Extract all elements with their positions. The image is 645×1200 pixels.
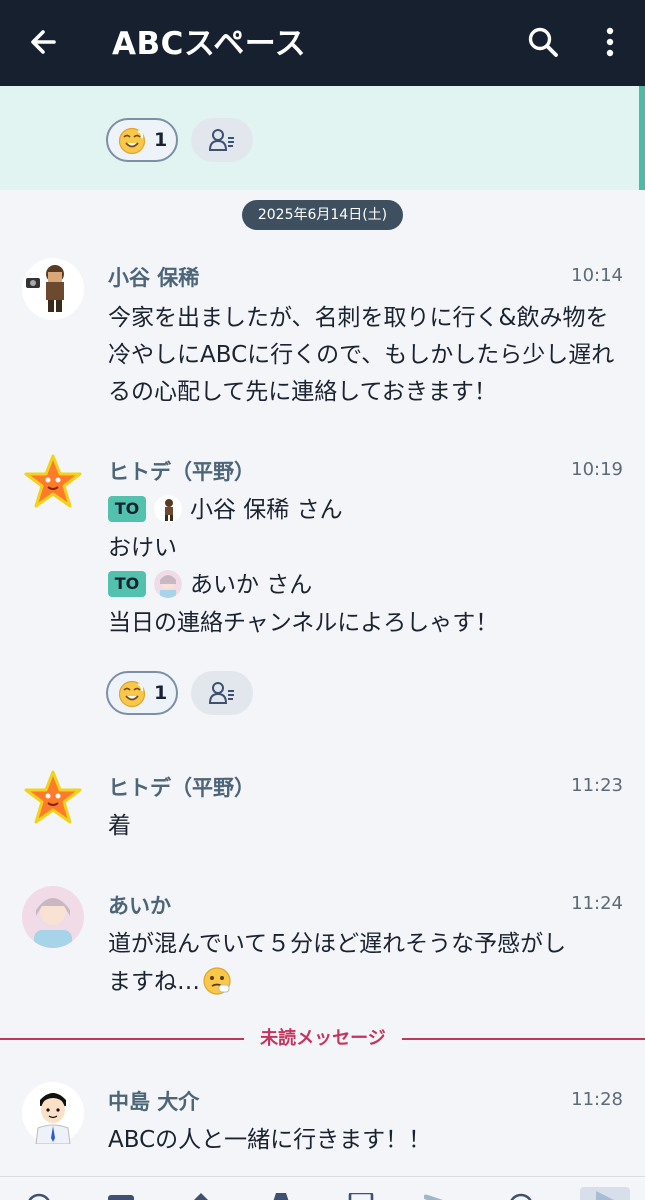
message-time: 10:19	[571, 459, 623, 480]
search-button[interactable]	[523, 22, 563, 62]
message-item[interactable]: ヒトデ（平野） 10:19 TO 小谷 保稀 さん おけい TO あいか さん 当日…	[0, 452, 645, 722]
reaction-button[interactable]: 1	[106, 118, 178, 162]
thinking-emoji-icon	[203, 966, 231, 995]
smiling-face-emoji-icon	[118, 680, 146, 708]
message-item[interactable]: 小谷 保稀 10:14 今家を出ましたが、名刺を取りに行く&飲み物を冷やしにAB…	[0, 258, 645, 418]
space-title: ABCスペース	[112, 26, 307, 62]
sender-name[interactable]: ヒトデ（平野）	[108, 772, 255, 802]
divider-line	[402, 1038, 645, 1040]
sender-name[interactable]: あいか	[108, 890, 171, 920]
unread-label: 未読メッセージ	[260, 1028, 386, 1049]
mention-name: 小谷 保稀 さん	[190, 497, 343, 523]
message-text-line: ますね…	[108, 964, 232, 1001]
mention-name: あいか さん	[190, 572, 313, 598]
avatar[interactable]	[22, 886, 84, 948]
attach-file-icon[interactable]	[106, 1193, 136, 1200]
send-button[interactable]	[580, 1187, 630, 1200]
to-icon[interactable]	[268, 1193, 294, 1200]
message-time: 11:28	[571, 1089, 623, 1110]
task-icon[interactable]	[348, 1193, 374, 1200]
readers-icon	[209, 129, 234, 151]
message-item[interactable]: ヒトデ（平野） 11:23 着	[0, 768, 645, 848]
highlighted-message: 1	[0, 86, 645, 190]
message-text: 今家を出ましたが、名刺を取りに行く&飲み物を冷やしにABCに行くので、もしかした…	[108, 305, 615, 405]
info-icon[interactable]	[508, 1193, 534, 1200]
reaction-count: 1	[154, 129, 168, 151]
message-text: 当日の連絡チャンネルによろしゃす！	[108, 610, 499, 636]
mention-line: TO あいか さん	[108, 567, 312, 604]
composer-toolbar	[0, 1176, 645, 1200]
sender-name[interactable]: ヒトデ（平野）	[108, 456, 255, 486]
message-time: 11:24	[571, 893, 623, 914]
message-text: 着	[108, 813, 131, 839]
send-icon	[596, 1191, 614, 1200]
divider-line	[0, 1038, 244, 1040]
reaction-count: 1	[154, 682, 168, 704]
avatar[interactable]	[22, 1082, 84, 1144]
to-badge: TO	[108, 495, 146, 522]
message-text: おけい	[108, 535, 177, 561]
unread-divider: 未読メッセージ	[0, 1026, 645, 1052]
mini-avatar	[154, 569, 182, 598]
avatar[interactable]	[22, 258, 84, 320]
highlight-edge	[639, 86, 645, 190]
smiling-face-emoji-icon	[118, 127, 146, 155]
more-vertical-icon	[606, 27, 614, 57]
more-menu-button[interactable]	[594, 22, 626, 62]
reaction-button[interactable]: 1	[106, 671, 178, 715]
message-text: ABCの人と一緒に行きます！！	[108, 1127, 432, 1153]
mini-avatar	[154, 494, 182, 523]
to-badge: TO	[108, 570, 146, 597]
app-header: ABCスペース	[0, 0, 645, 86]
readers-icon	[209, 682, 234, 704]
readers-button[interactable]	[191, 118, 253, 162]
emoji-icon[interactable]	[26, 1193, 52, 1200]
sender-name[interactable]: 小谷 保稀	[108, 262, 199, 292]
back-button[interactable]	[24, 22, 64, 62]
message-text: ますね…	[108, 969, 200, 995]
mention-line: TO 小谷 保稀 さん	[108, 492, 343, 529]
avatar[interactable]	[22, 768, 84, 830]
mention-icon[interactable]	[188, 1193, 214, 1200]
message-item[interactable]: あいか 11:24 道が混んでいて５分ほど遅れそうな予感がし ますね…	[0, 886, 645, 1006]
sender-name[interactable]: 中島 大介	[108, 1086, 199, 1116]
date-separator: 2025年6月14日(土)	[242, 200, 403, 230]
arrow-left-icon	[31, 30, 56, 54]
message-time: 11:23	[571, 775, 623, 796]
message-text-line: 道が混んでいて５分ほど遅れそうな予感がし	[108, 931, 567, 957]
message-time: 10:14	[571, 265, 623, 286]
link-icon[interactable]	[424, 1193, 458, 1200]
readers-button[interactable]	[191, 671, 253, 715]
message-item[interactable]: 中島 大介 11:28 ABCの人と一緒に行きます！！	[0, 1082, 645, 1172]
avatar[interactable]	[22, 452, 84, 514]
search-icon	[528, 27, 558, 57]
